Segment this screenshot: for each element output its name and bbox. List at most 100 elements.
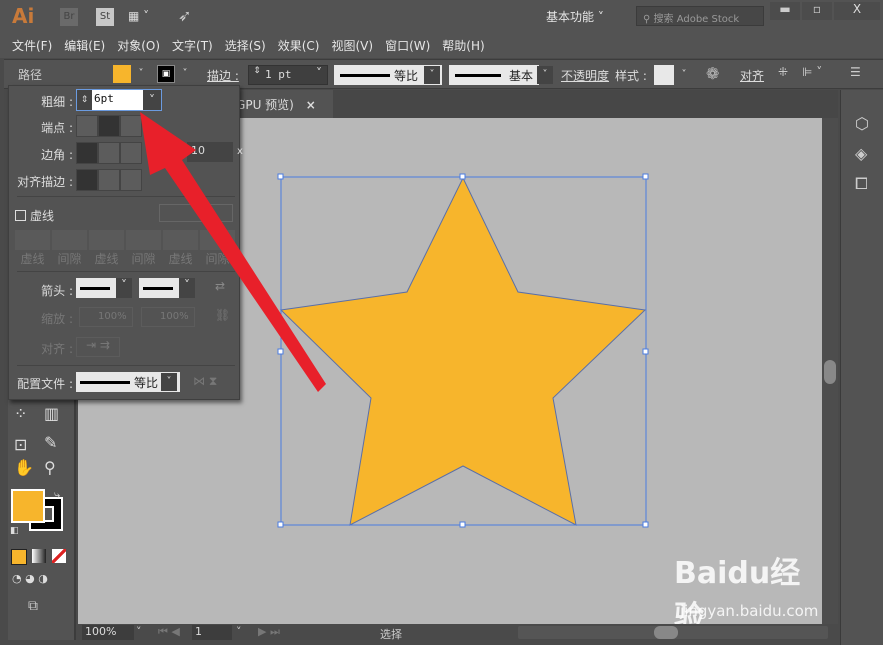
menu-type[interactable]: 文字(T) xyxy=(172,37,213,54)
stepper-icon[interactable]: ⇕ xyxy=(249,66,265,84)
brush-dropdown[interactable]: ˅ xyxy=(537,66,553,84)
transform-icon[interactable]: ⊫ ˅ xyxy=(802,65,822,79)
close-tab-icon[interactable]: × xyxy=(306,98,316,112)
menu-bar: 文件(F) 编辑(E) 对象(O) 文字(T) 选择(S) 效果(C) 视图(V… xyxy=(0,32,883,58)
menu-edit[interactable]: 编辑(E) xyxy=(64,37,105,54)
stock-button[interactable]: St xyxy=(96,8,114,26)
workspace-switcher[interactable]: 基本功能 ˅ xyxy=(546,8,604,25)
start-arrowhead-select[interactable]: ˅ xyxy=(76,278,132,298)
scroll-thumb[interactable] xyxy=(654,626,678,639)
horizontal-scrollbar[interactable] xyxy=(518,626,828,639)
artboard-dropdown[interactable]: ˅ xyxy=(236,625,242,638)
vertical-scrollbar[interactable] xyxy=(822,118,838,624)
start-scale-input[interactable]: 100% xyxy=(79,307,133,327)
zoom-field[interactable]: 100% xyxy=(82,625,134,640)
recolor-artwork-icon[interactable]: ❁ xyxy=(706,64,719,83)
fill-swatch[interactable] xyxy=(113,65,131,83)
stepper-icon[interactable]: ⇕ xyxy=(77,90,92,110)
stroke-label[interactable]: 描边 : xyxy=(207,67,239,84)
artboard-field[interactable]: 1 xyxy=(192,625,232,640)
divider xyxy=(17,271,235,272)
stroke-weight-field[interactable]: ⇕ 1 pt ˅ xyxy=(248,65,328,85)
graphic-style-swatch[interactable] xyxy=(654,65,674,85)
close-window-button[interactable]: X xyxy=(834,2,880,20)
opacity-label[interactable]: 不透明度 xyxy=(561,67,609,84)
zoom-tool-icon[interactable]: ⚲ xyxy=(44,458,56,477)
end-arrowhead-select[interactable]: ˅ xyxy=(139,278,195,298)
libraries-icon[interactable]: ⬡ xyxy=(855,114,869,133)
swap-arrowheads-icon[interactable]: ⇄ xyxy=(215,279,225,293)
pen-tool-icon[interactable]: ✎ xyxy=(44,433,57,452)
menu-window[interactable]: 窗口(W) xyxy=(385,37,430,54)
align-center-button[interactable] xyxy=(76,169,98,191)
chevron-down-icon[interactable]: ˅ xyxy=(143,90,161,110)
fill-dropdown[interactable]: ˅ xyxy=(133,65,149,83)
menu-object[interactable]: 对象(O) xyxy=(117,37,160,54)
round-cap-button[interactable] xyxy=(98,115,120,137)
gpu-rocket-icon[interactable]: ➶ xyxy=(178,6,191,25)
arrange-documents-icon[interactable]: ▦ ˅ xyxy=(128,9,149,23)
end-scale-input[interactable]: 100% xyxy=(141,307,195,327)
profile-dropdown[interactable]: ˅ xyxy=(424,66,440,84)
chevron-down-icon[interactable]: ˅ xyxy=(311,66,327,84)
align-inside-button[interactable] xyxy=(98,169,120,191)
divider xyxy=(17,365,235,366)
maximize-button[interactable]: ▫ xyxy=(802,2,832,20)
first-artboard-icon[interactable]: ⏮ ◀ xyxy=(158,625,180,639)
miter-limit-input[interactable]: 10 xyxy=(187,142,233,162)
menu-file[interactable]: 文件(F) xyxy=(12,37,52,54)
swap-fill-stroke-icon[interactable]: ⤷ xyxy=(54,488,60,502)
hand-tool-icon[interactable]: ✋ xyxy=(14,458,34,477)
checkbox-icon[interactable] xyxy=(15,210,26,221)
bevel-join-button[interactable] xyxy=(120,142,142,164)
menu-effect[interactable]: 效果(C) xyxy=(278,37,320,54)
color-mode-button[interactable] xyxy=(11,549,27,565)
stock-search-input[interactable]: ⚲ 搜索 Adobe Stock xyxy=(636,6,764,26)
fill-color-box[interactable] xyxy=(11,489,45,523)
link-scale-icon[interactable]: ⛓ xyxy=(215,308,230,322)
align-icon[interactable]: ⁜ xyxy=(778,65,788,79)
symbol-sprayer-tool-icon[interactable]: ⁘ xyxy=(14,404,27,423)
arrow-align-buttons[interactable]: ⇥ ⇉ xyxy=(76,337,120,357)
draw-normal-icon[interactable]: ◔ ◕ ◑ xyxy=(12,572,48,585)
layers-icon[interactable]: ◈ xyxy=(855,144,867,163)
stroke-dropdown[interactable]: ˅ xyxy=(177,65,193,83)
menu-select[interactable]: 选择(S) xyxy=(225,37,266,54)
zoom-dropdown[interactable]: ˅ xyxy=(136,625,142,638)
arrowheads-label: 箭头 : xyxy=(41,284,73,298)
default-fill-stroke-icon[interactable]: ◧ xyxy=(10,526,19,536)
artboards-icon[interactable]: ⧠ xyxy=(855,174,868,194)
weight-input[interactable]: ⇕ 6pt ˅ xyxy=(76,89,162,111)
screen-mode-icon[interactable]: ⧉ xyxy=(28,598,38,614)
next-artboard-icon[interactable]: ▶ ⏭ xyxy=(258,625,280,639)
minimize-button[interactable]: ▬ xyxy=(770,2,800,20)
profile-label: 配置文件 : xyxy=(17,377,73,391)
object-type-label: 路径 xyxy=(18,68,43,82)
stroke-swatch[interactable]: ▣ xyxy=(157,65,175,83)
scroll-thumb[interactable] xyxy=(824,360,836,384)
current-tool-label: 选择 xyxy=(380,628,402,641)
column-graph-tool-icon[interactable]: ▥ xyxy=(44,404,59,423)
style-dropdown[interactable]: ˅ xyxy=(676,66,692,84)
star-shape xyxy=(279,176,647,526)
round-join-button[interactable] xyxy=(98,142,120,164)
dashed-line-checkbox[interactable]: 虚线 xyxy=(15,207,54,224)
miter-join-button[interactable] xyxy=(76,142,98,164)
butt-cap-button[interactable] xyxy=(76,115,98,137)
artboard-tool-icon[interactable]: ⊡ xyxy=(14,435,27,454)
brush-definition[interactable]: 基本 xyxy=(449,65,539,85)
menu-view[interactable]: 视图(V) xyxy=(331,37,373,54)
projecting-cap-button[interactable] xyxy=(120,115,142,137)
profile-dropdown[interactable]: ˅ xyxy=(161,373,177,391)
align-label[interactable]: 对齐 xyxy=(740,67,764,84)
menu-help[interactable]: 帮助(H) xyxy=(442,37,484,54)
style-label: 样式 : xyxy=(615,69,647,83)
document-tab[interactable]: /GPU 预览) × xyxy=(228,90,333,118)
flip-along-icon[interactable]: ⋈ ⧗ xyxy=(193,374,217,389)
none-mode-button[interactable] xyxy=(52,549,66,563)
bridge-button[interactable]: Br xyxy=(60,8,78,26)
gradient-mode-button[interactable] xyxy=(32,549,46,563)
panel-menu-icon[interactable]: ☰ xyxy=(850,65,861,79)
cap-label: 端点 : xyxy=(41,121,73,135)
align-outside-button[interactable] xyxy=(120,169,142,191)
